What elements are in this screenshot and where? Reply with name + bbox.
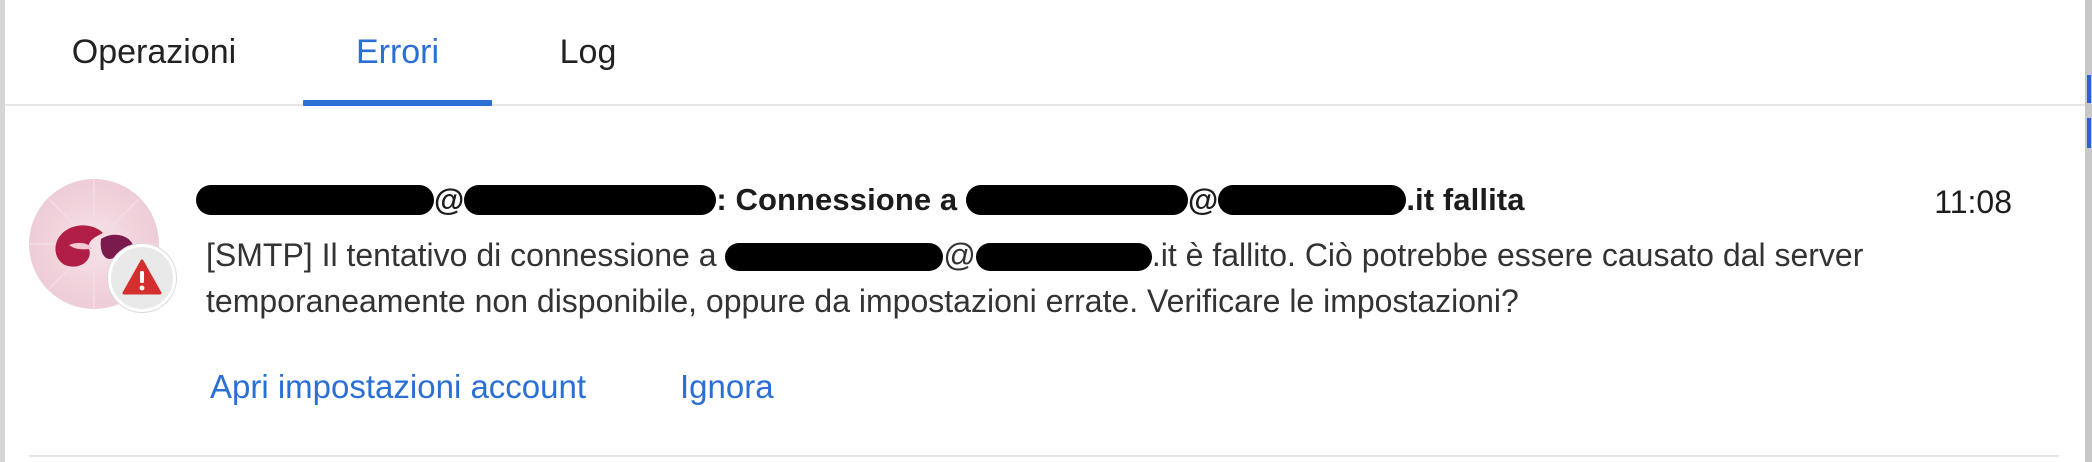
tab-bar: Operazioni Errori Log — [5, 0, 2085, 106]
ignore-link[interactable]: Ignora — [680, 368, 774, 406]
redacted-text — [1218, 185, 1407, 215]
tab-log[interactable]: Log — [543, 0, 633, 104]
divider — [29, 455, 2059, 457]
body-at-sign: @ — [943, 237, 976, 273]
body-text: [SMTP] Il tentativo di connessione a — [206, 237, 717, 273]
redacted-text — [725, 243, 944, 271]
tab-operazioni[interactable]: Operazioni — [56, 0, 252, 104]
notification-body: [SMTP] Il tentativo di connessione a @ .i… — [206, 232, 2046, 324]
tab-label: Log — [559, 32, 617, 71]
warning-badge — [108, 244, 176, 312]
title-text: : Connessione a — [716, 182, 958, 217]
tab-errori[interactable]: Errori — [303, 0, 492, 106]
notification-time: 11:08 — [1934, 184, 2012, 220]
right-edge-indicator — [2087, 75, 2091, 103]
window-right-edge — [2085, 0, 2092, 462]
warning-icon — [122, 259, 162, 295]
right-edge-indicator — [2087, 118, 2091, 148]
title-end: .it fallita — [1406, 182, 1525, 217]
title-at-sign: @ — [434, 182, 465, 217]
redacted-text — [965, 185, 1188, 215]
tab-label: Operazioni — [71, 32, 237, 71]
redacted-text — [464, 185, 717, 215]
redacted-text — [975, 243, 1152, 271]
open-account-settings-link[interactable]: Apri impostazioni account — [210, 368, 586, 406]
tab-label: Errori — [355, 32, 440, 71]
title-at-sign: @ — [1187, 182, 1219, 217]
redacted-text — [196, 185, 434, 215]
notification-title: @ : Connessione a @ .it fallita — [196, 182, 1525, 218]
